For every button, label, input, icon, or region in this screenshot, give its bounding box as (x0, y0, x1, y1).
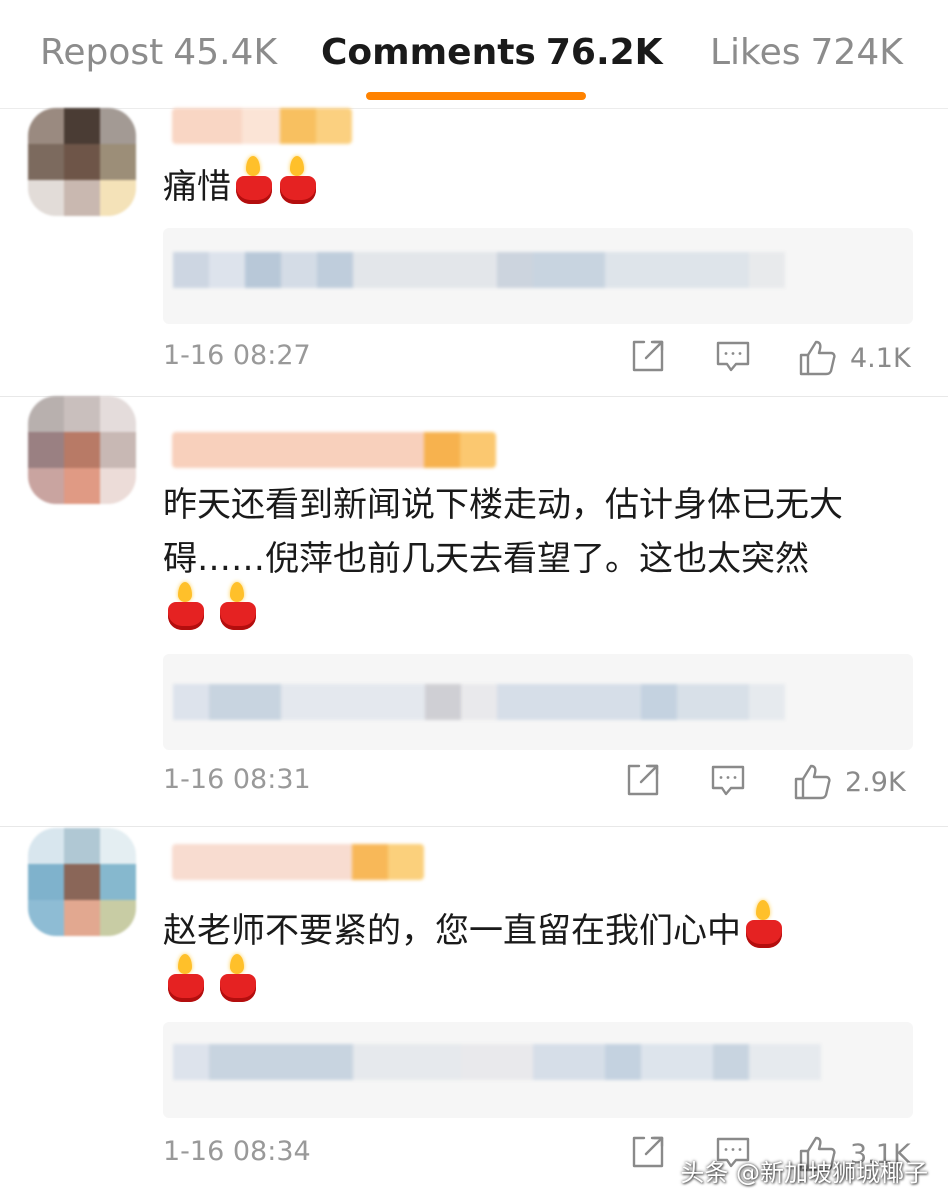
tab-repost[interactable]: Repost 45.4K (40, 28, 277, 78)
quoted-reply-blurred[interactable] (163, 1022, 913, 1118)
repost-icon[interactable] (630, 1134, 666, 1174)
comment-text: 痛惜 (163, 156, 923, 214)
comment-item: 昨天还看到新闻说下楼走动，估计身体已无大碍……倪萍也前几天去看望了。这也太突然 … (0, 396, 948, 827)
comment-time: 1-16 08:27 (163, 340, 311, 371)
tab-likes[interactable]: Likes 724K (710, 28, 903, 78)
username-blurred[interactable] (172, 108, 352, 144)
thumbs-up-icon (794, 764, 831, 800)
tab-bar: Repost 45.4K Comments 76.2K Likes 724K (0, 0, 948, 109)
tab-comments-count: 76.2K (545, 32, 663, 73)
comment-text: 赵老师不要紧的，您一直留在我们心中 (163, 900, 923, 1012)
comment-icon[interactable] (715, 338, 751, 378)
candle-emoji (217, 954, 259, 1002)
like-button[interactable]: 2.9K (793, 762, 906, 802)
candle-emoji (165, 954, 207, 1002)
comment-meta: 1-16 08:31 2.9K (163, 762, 910, 802)
repost-icon[interactable] (630, 338, 666, 378)
comment-item: 痛惜 1-16 08:27 4.1K (0, 108, 948, 397)
tab-repost-label: Repost (40, 32, 164, 73)
watermark: 头条 @新加坡狮城椰子 (680, 1159, 928, 1187)
comment-body: 昨天还看到新闻说下楼走动，估计身体已无大碍……倪萍也前几天去看望了。这也太突然 (163, 485, 843, 579)
tab-likes-label: Likes (710, 32, 801, 73)
comment-meta: 1-16 08:27 4.1K (163, 338, 911, 378)
tab-comments-label: Comments (321, 32, 536, 73)
tab-repost-count: 45.4K (173, 32, 278, 73)
active-tab-indicator (366, 92, 586, 100)
like-button[interactable]: 4.1K (798, 338, 911, 378)
avatar[interactable] (28, 396, 136, 504)
avatar[interactable] (28, 108, 136, 216)
candle-emoji (743, 900, 785, 948)
avatar[interactable] (28, 828, 136, 936)
like-count: 4.1K (850, 342, 911, 374)
thumbs-up-icon (799, 340, 836, 376)
username-blurred[interactable] (172, 844, 424, 880)
candle-emoji (277, 156, 319, 204)
comment-icon[interactable] (710, 762, 746, 802)
candle-emoji (217, 582, 259, 630)
quoted-reply-blurred[interactable] (163, 654, 913, 750)
comment-text: 昨天还看到新闻说下楼走动，估计身体已无大碍……倪萍也前几天去看望了。这也太突然 (163, 478, 923, 640)
candle-emoji (165, 582, 207, 630)
like-count: 2.9K (845, 766, 906, 798)
comment-item: 赵老师不要紧的，您一直留在我们心中 1-16 08:34 3.1K (0, 826, 948, 1204)
comment-body: 痛惜 (163, 167, 231, 207)
tab-likes-count: 724K (810, 32, 903, 73)
repost-icon[interactable] (625, 762, 661, 802)
candle-emoji (233, 156, 275, 204)
tab-comments[interactable]: Comments 76.2K (321, 28, 663, 78)
quoted-reply-blurred[interactable] (163, 228, 913, 324)
comment-body: 赵老师不要紧的，您一直留在我们心中 (163, 911, 741, 951)
comment-time: 1-16 08:31 (163, 764, 311, 795)
comment-time: 1-16 08:34 (163, 1136, 311, 1167)
username-blurred[interactable] (172, 432, 496, 468)
